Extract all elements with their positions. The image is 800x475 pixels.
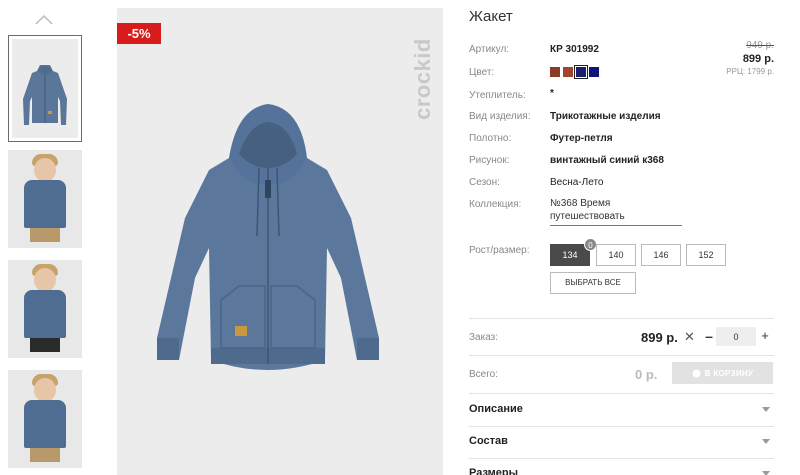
thumbnail-model-front[interactable] (8, 150, 82, 248)
color-label: Цвет: (469, 67, 495, 78)
color-swatch-brown[interactable] (550, 67, 560, 77)
main-product-image[interactable]: -5% crockid (117, 8, 443, 475)
add-to-cart-label: В КОРЗИНУ (704, 368, 754, 378)
thumbnail-image (8, 150, 82, 248)
article-value: КР 301992 (550, 44, 599, 55)
total-label: Всего: (469, 369, 498, 380)
color-swatches (550, 65, 599, 79)
thumbnail-model-side[interactable] (8, 260, 82, 358)
chevron-up-icon[interactable] (34, 12, 54, 26)
type-value: Трикотажные изделия (550, 111, 661, 122)
thumbnail-model-hood[interactable] (8, 370, 82, 468)
collection-link[interactable]: №368 Время путешествовать (550, 197, 682, 226)
accordion-label: Описание (469, 403, 523, 415)
season-label: Сезон: (469, 177, 500, 188)
size-option-140[interactable]: 140 (596, 244, 636, 266)
recommended-price: РРЦ: 1799 р. (726, 67, 774, 76)
type-label: Вид изделия: (469, 111, 531, 122)
caret-down-icon (762, 407, 770, 412)
divider (469, 318, 774, 319)
thumbnail-image (12, 39, 78, 138)
size-option-152[interactable]: 152 (686, 244, 726, 266)
add-to-cart-button[interactable]: В КОРЗИНУ (672, 362, 773, 384)
color-swatch-navy-selected[interactable] (574, 65, 588, 79)
jacket-illustration (157, 104, 379, 370)
fabric-label: Полотно: (469, 133, 512, 144)
thumbnail-image (8, 370, 82, 468)
size-option-146[interactable]: 146 (641, 244, 681, 266)
divider (469, 393, 774, 394)
current-price: 899 р. (742, 53, 774, 65)
select-all-button[interactable]: ВЫБРАТЬ ВСЕ (550, 272, 636, 294)
caret-down-icon (762, 471, 770, 475)
quantity-plus-button[interactable]: + (758, 327, 772, 345)
cart-icon (692, 369, 701, 377)
article-label: Артикул: (469, 44, 510, 55)
thumbnail-jacket[interactable] (8, 35, 82, 142)
total-value: 0 р. (635, 367, 658, 382)
divider (469, 355, 774, 356)
thumbnail-gallery (0, 0, 90, 475)
pattern-label: Рисунок: (469, 155, 510, 166)
season-value: Весна-Лето (550, 177, 604, 188)
pattern-value: винтажный синий к368 (550, 155, 664, 166)
order-price: 899 р. (641, 330, 678, 345)
price-block: 949 р. 899 р. РРЦ: 1799 р. (726, 40, 774, 76)
quantity-minus-button[interactable]: – (702, 327, 716, 345)
page-title: Жакет (469, 8, 513, 25)
old-price: 949 р. (746, 40, 774, 51)
accordion-label: Размеры (469, 467, 519, 475)
color-swatch-navy[interactable] (589, 67, 599, 77)
collection-label: Коллекция: (469, 199, 522, 210)
fabric-value: Футер-петля (550, 133, 613, 144)
size-label: Рост/размер: (469, 245, 530, 256)
accordion-label: Состав (469, 435, 508, 447)
accordion-composition[interactable]: Состав (469, 427, 774, 457)
accordion-sizes[interactable]: Размеры (469, 459, 774, 475)
thumbnail-image (8, 260, 82, 358)
quantity-input[interactable] (716, 327, 756, 346)
remove-icon[interactable]: ✕ (684, 329, 695, 345)
insulation-value: * (550, 88, 554, 99)
order-label: Заказ: (469, 332, 499, 343)
sale-badge: -5% (117, 23, 161, 44)
product-info-panel: Жакет 949 р. 899 р. РРЦ: 1799 р. Артикул… (469, 0, 789, 475)
insulation-label: Утеплитель: (469, 90, 526, 101)
accordion-description[interactable]: Описание (469, 395, 774, 425)
color-swatch-rust[interactable] (563, 67, 573, 77)
caret-down-icon (762, 439, 770, 444)
brand-logo: crockid (410, 38, 436, 120)
